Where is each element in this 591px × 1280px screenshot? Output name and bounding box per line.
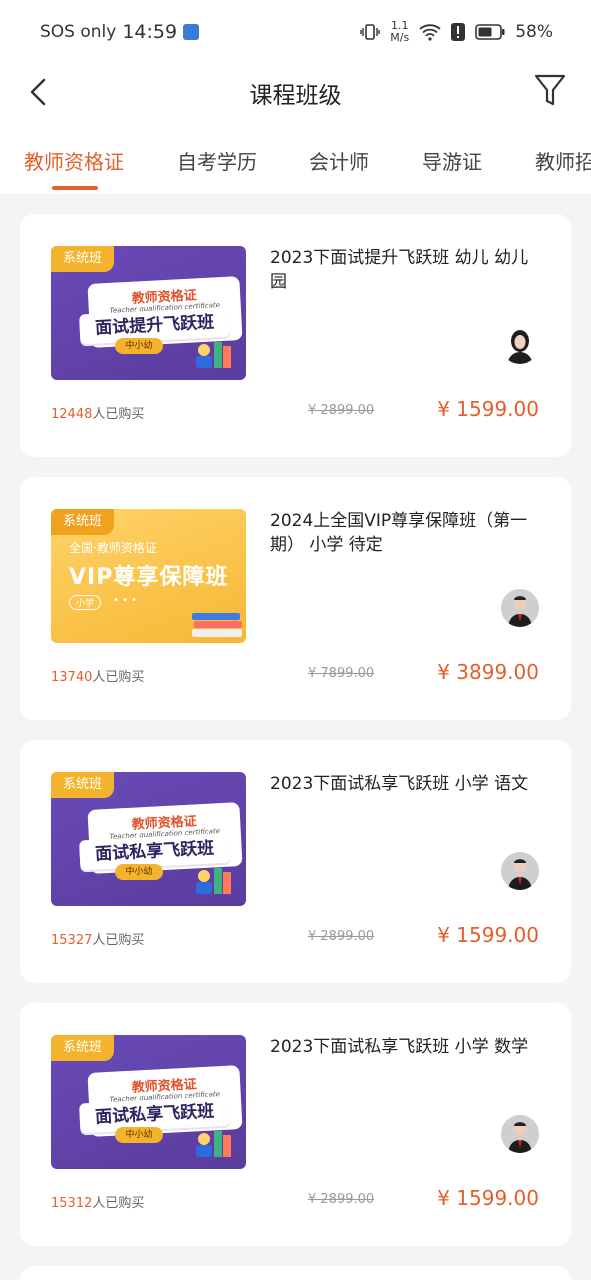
teacher-avatar bbox=[501, 326, 539, 364]
tab-teacher-qualification[interactable]: 教师资格证 bbox=[24, 146, 124, 175]
class-type-tag: 系统班 bbox=[51, 1035, 115, 1061]
tab-self-study-degree[interactable]: 自考学历 bbox=[177, 146, 257, 175]
cover-top-text: 全国·教师资格证 bbox=[69, 541, 157, 555]
cover-sub-badge: 中小幼 bbox=[115, 338, 163, 354]
filter-icon[interactable] bbox=[533, 72, 567, 108]
status-bar: SOS only 14:59 1.1 M/s 58% bbox=[0, 0, 591, 64]
battery-icon bbox=[475, 24, 505, 40]
course-cover: 教师资格证 Teacher qualification certificate … bbox=[51, 1035, 246, 1169]
battery-level: 58% bbox=[515, 22, 553, 42]
vibrate-icon bbox=[360, 24, 380, 40]
course-cover: 全国·教师资格证 VIP尊享保障班 小学 • • • 系统班 bbox=[51, 509, 246, 643]
student-illustration-icon bbox=[196, 342, 231, 368]
class-type-tag: 系统班 bbox=[51, 246, 115, 272]
carrier-text: SOS only bbox=[40, 22, 117, 42]
student-illustration-icon bbox=[196, 1131, 231, 1157]
sale-price: ¥ 1599.00 bbox=[437, 923, 539, 947]
course-title: 2024上全国VIP尊享保障班（第一期） 小学 待定 bbox=[270, 511, 528, 555]
cover-sub-badge: 小学 bbox=[69, 595, 102, 610]
course-title: 2023下面试私享飞跃班 小学 数学 bbox=[270, 1037, 529, 1057]
category-tabs: 教师资格证 自考学历 会计师 导游证 教师招 bbox=[0, 120, 591, 194]
sale-price: ¥ 3899.00 bbox=[437, 660, 539, 684]
page-title: 课程班级 bbox=[249, 83, 342, 109]
app-notification-icon bbox=[183, 24, 200, 40]
wifi-icon bbox=[419, 24, 441, 41]
buyer-count: 15312人已购买 bbox=[51, 1196, 145, 1211]
tab-teacher-recruitment[interactable]: 教师招 bbox=[535, 146, 591, 175]
cover-sub-badge: 中小幼 bbox=[115, 864, 163, 880]
nav-bar: 课程班级 bbox=[0, 64, 591, 120]
buyer-count: 15327人已购买 bbox=[51, 933, 145, 948]
net-speed: 1.1 M/s bbox=[390, 19, 410, 44]
class-type-tag: 系统班 bbox=[51, 509, 115, 535]
course-card[interactable]: 全国·教师资格证 VIP尊享保障班 小学 • • • 系统班 2024上全国VI… bbox=[20, 477, 571, 720]
original-price: ¥ 2899.00 bbox=[308, 1192, 375, 1207]
sale-price: ¥ 1599.00 bbox=[437, 1186, 539, 1210]
original-price: ¥ 2899.00 bbox=[308, 403, 375, 418]
buyer-count: 13740人已购买 bbox=[51, 670, 145, 685]
course-card[interactable]: 教师资格证 Teacher qualification certificate … bbox=[20, 214, 571, 457]
course-card-partial[interactable] bbox=[20, 1266, 571, 1280]
active-tab-indicator bbox=[52, 186, 98, 190]
books-illustration-icon bbox=[192, 613, 242, 637]
course-title: 2023下面试私享飞跃班 小学 语文 bbox=[270, 774, 529, 794]
teacher-avatar bbox=[501, 852, 539, 890]
student-illustration-icon bbox=[196, 868, 231, 894]
cover-dots: • • • bbox=[113, 595, 138, 606]
buyer-count: 12448人已购买 bbox=[51, 407, 145, 422]
course-card[interactable]: 教师资格证 Teacher qualification certificate … bbox=[20, 740, 571, 983]
cover-main-text: VIP尊享保障班 bbox=[69, 565, 229, 590]
original-price: ¥ 2899.00 bbox=[308, 929, 375, 944]
tab-tour-guide[interactable]: 导游证 bbox=[422, 146, 482, 175]
course-cover: 教师资格证 Teacher qualification certificate … bbox=[51, 246, 246, 380]
cover-sub-badge: 中小幼 bbox=[115, 1127, 163, 1143]
teacher-avatar bbox=[501, 1115, 539, 1153]
course-cover: 教师资格证 Teacher qualification certificate … bbox=[51, 772, 246, 906]
class-type-tag: 系统班 bbox=[51, 772, 115, 798]
clock: 14:59 bbox=[122, 21, 178, 43]
course-title: 2023下面试提升飞跃班 幼儿 幼儿园 bbox=[270, 248, 529, 292]
course-card[interactable]: 教师资格证 Teacher qualification certificate … bbox=[20, 1003, 571, 1246]
original-price: ¥ 7899.00 bbox=[308, 666, 375, 681]
teacher-avatar bbox=[501, 589, 539, 627]
tab-accountant[interactable]: 会计师 bbox=[309, 146, 369, 175]
sale-price: ¥ 1599.00 bbox=[437, 397, 539, 421]
alert-icon bbox=[451, 23, 466, 41]
